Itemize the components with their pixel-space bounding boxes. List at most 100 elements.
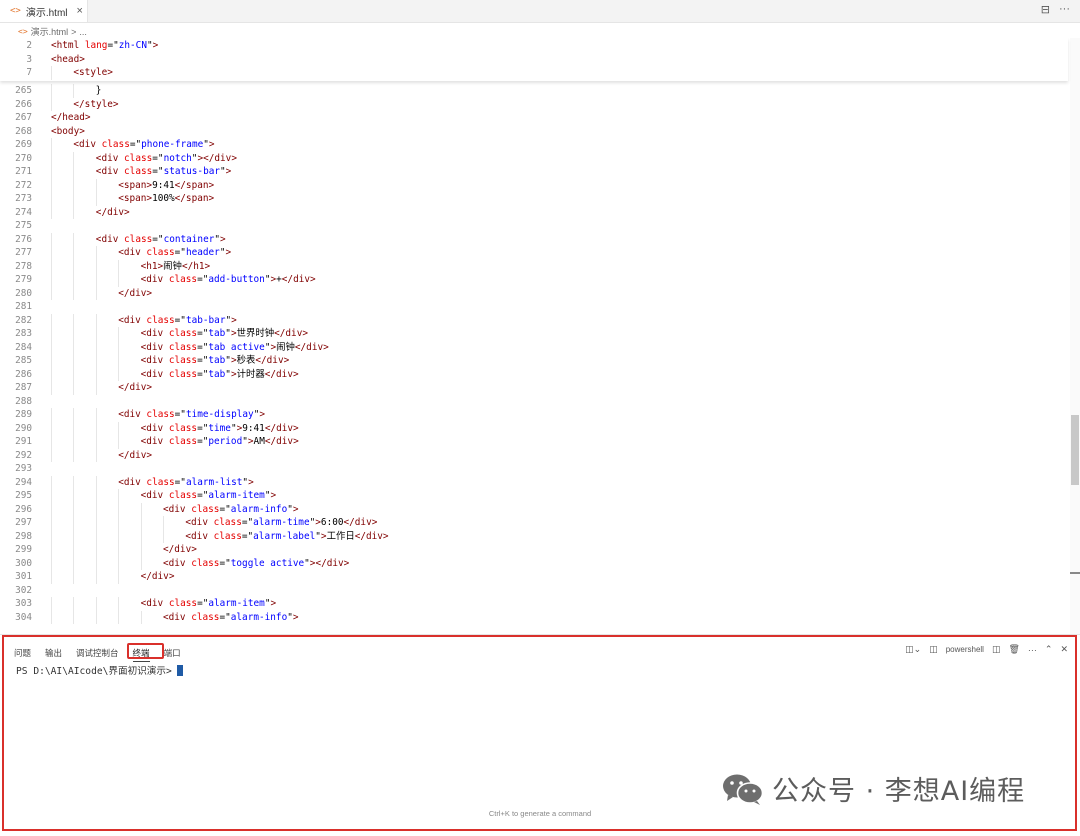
code-line[interactable]: 275 bbox=[0, 219, 1068, 233]
indent-guide bbox=[95, 421, 97, 435]
indent-guide bbox=[51, 66, 52, 80]
code-line[interactable]: 284 <div class="tab active">闹钟</div> bbox=[0, 340, 1068, 354]
indent-guide bbox=[95, 448, 97, 462]
code-line[interactable]: 271 <div class="status-bar"> bbox=[0, 165, 1068, 179]
more-actions-icon[interactable]: ··· bbox=[1059, 3, 1070, 16]
code-line[interactable]: 3 <head> bbox=[0, 53, 1068, 67]
code-line[interactable]: 300 <div class="toggle active"></div> bbox=[0, 556, 1068, 571]
code-line[interactable]: 291 <div class="period">AM</div> bbox=[0, 435, 1068, 449]
line-number: 268 bbox=[15, 125, 32, 137]
code-line[interactable]: 270 <div class="notch"></div> bbox=[0, 151, 1068, 165]
indent-guide bbox=[51, 489, 52, 503]
code-text: <style> bbox=[73, 66, 113, 80]
line-number: 271 bbox=[15, 166, 32, 177]
breadcrumb-file[interactable]: 演示.html bbox=[31, 25, 69, 38]
code-text: </div> bbox=[118, 287, 152, 301]
code-text: <div class="container"> bbox=[96, 233, 226, 247]
code-line[interactable]: 272 <span>9:41</span> bbox=[0, 178, 1068, 192]
code-line[interactable]: 265} bbox=[0, 84, 1068, 98]
code-line[interactable]: 267 </head> bbox=[0, 111, 1068, 125]
indent-guide bbox=[73, 246, 75, 260]
code-token: <div bbox=[185, 517, 214, 528]
code-token: =" bbox=[197, 490, 209, 501]
code-line[interactable]: 299 </div> bbox=[0, 543, 1068, 557]
code-text: </head> bbox=[51, 111, 91, 125]
code-line[interactable]: 269 <div class="phone-frame"> bbox=[0, 138, 1068, 152]
indent-guide bbox=[73, 543, 75, 557]
editor-tab-demo-html[interactable]: <> 演示.html × bbox=[0, 0, 88, 22]
indent-guide bbox=[73, 165, 75, 179]
indent-guide bbox=[51, 381, 52, 395]
code-line[interactable]: 304 <div class="alarm-info"> bbox=[0, 610, 1068, 624]
split-editor-icon[interactable]: ⊟ bbox=[1041, 3, 1050, 16]
code-line[interactable]: 285 <div class="tab">秒表</div> bbox=[0, 354, 1068, 368]
code-token: class bbox=[146, 476, 175, 488]
breadcrumb-separator: > bbox=[71, 26, 77, 37]
code-line[interactable]: 294 <div class="alarm-list"> bbox=[0, 475, 1068, 489]
code-line[interactable]: 280 </div> bbox=[0, 286, 1068, 301]
code-token: > bbox=[225, 247, 232, 258]
sticky-scroll-header[interactable]: 2 <html lang="zh-CN"> 3 <head> 7 <style> bbox=[0, 38, 1068, 81]
line-number: 303 bbox=[15, 598, 32, 609]
code-line[interactable]: 273 <span>100%</span> bbox=[0, 192, 1068, 206]
code-line[interactable]: 290 <div class="time">9:41</div> bbox=[0, 421, 1068, 435]
code-text: <div class="toggle active"></div> bbox=[163, 557, 349, 571]
code-line[interactable]: 279 <div class="add-button">+</div> bbox=[0, 273, 1068, 287]
code-line[interactable]: 302 bbox=[0, 584, 1068, 598]
code-line[interactable]: 283 <div class="tab">世界时钟</div> bbox=[0, 327, 1068, 341]
code-line[interactable]: 7 <style> bbox=[0, 66, 1068, 80]
code-editor[interactable]: 265} 266 </style> 267 </head> 268 <body> 269 <di… bbox=[0, 38, 1080, 634]
editor-scroll-thumb[interactable] bbox=[1071, 415, 1079, 485]
code-line[interactable]: 266 </style> bbox=[0, 97, 1068, 111]
code-token: =" bbox=[241, 530, 254, 542]
code-line[interactable]: 301 </div> bbox=[0, 570, 1068, 584]
indent-guide bbox=[95, 529, 97, 543]
indent-guide bbox=[51, 327, 52, 341]
code-token: <span> bbox=[118, 179, 153, 191]
code-token: <div bbox=[163, 557, 192, 569]
code-token: <div bbox=[140, 368, 169, 380]
code-token: </div> bbox=[118, 287, 153, 299]
code-line[interactable]: 289 <div class="time-display"> bbox=[0, 408, 1068, 422]
code-line[interactable]: 274 </div> bbox=[0, 205, 1068, 219]
code-token: </div> bbox=[163, 544, 197, 555]
indent-guide bbox=[95, 502, 97, 516]
code-line[interactable]: 298 <div class="alarm-label">工作日</div> bbox=[0, 529, 1068, 543]
breadcrumb-rest[interactable]: ... bbox=[79, 27, 87, 37]
code-line[interactable]: 278 <h1>闹钟</h1> bbox=[0, 259, 1068, 273]
code-line[interactable]: 276 <div class="container"> bbox=[0, 232, 1068, 247]
code-text: <div class="alarm-item"> bbox=[141, 489, 277, 503]
code-line[interactable]: 295 <div class="alarm-item"> bbox=[0, 489, 1068, 503]
code-line[interactable]: 287 </div> bbox=[0, 381, 1068, 395]
indent-guide bbox=[73, 273, 75, 287]
indent-guide bbox=[73, 381, 75, 395]
code-line[interactable]: 293 bbox=[0, 462, 1068, 476]
code-token: =" bbox=[107, 40, 119, 51]
code-line[interactable]: 281 bbox=[0, 300, 1068, 314]
code-line[interactable]: 292 </div> bbox=[0, 448, 1068, 462]
indent-guide bbox=[51, 165, 52, 179]
code-line[interactable]: 286 <div class="tab">计时器</div> bbox=[0, 367, 1068, 381]
code-line[interactable]: 2 <html lang="zh-CN"> bbox=[0, 39, 1068, 53]
code-text: <body> bbox=[51, 125, 85, 139]
code-line[interactable]: 282 <div class="tab-bar"> bbox=[0, 313, 1068, 327]
code-token: =" bbox=[197, 274, 209, 285]
code-token: tab bbox=[208, 368, 226, 380]
code-token: =" bbox=[197, 341, 209, 353]
code-line[interactable]: 277 <div class="header"> bbox=[0, 246, 1068, 260]
code-token: class bbox=[191, 557, 220, 569]
code-line[interactable]: 296 <div class="alarm-info"> bbox=[0, 502, 1068, 516]
code-token: <html bbox=[51, 40, 85, 51]
code-line[interactable]: 303 <div class="alarm-item"> bbox=[0, 597, 1068, 611]
code-line[interactable]: 268 <body> bbox=[0, 125, 1068, 139]
code-line[interactable]: 297 <div class="alarm-time">6:00</div> bbox=[0, 516, 1068, 530]
indent-guide bbox=[95, 570, 97, 584]
close-icon[interactable]: × bbox=[77, 5, 83, 17]
code-token: tab active bbox=[208, 341, 265, 353]
code-token: =" bbox=[152, 166, 164, 177]
scroll-position-marker bbox=[1070, 572, 1080, 574]
editor-scrollbar[interactable] bbox=[1070, 38, 1080, 634]
indent-guide bbox=[51, 435, 52, 449]
code-line[interactable]: 288 bbox=[0, 395, 1068, 409]
code-token: notch bbox=[163, 152, 192, 164]
